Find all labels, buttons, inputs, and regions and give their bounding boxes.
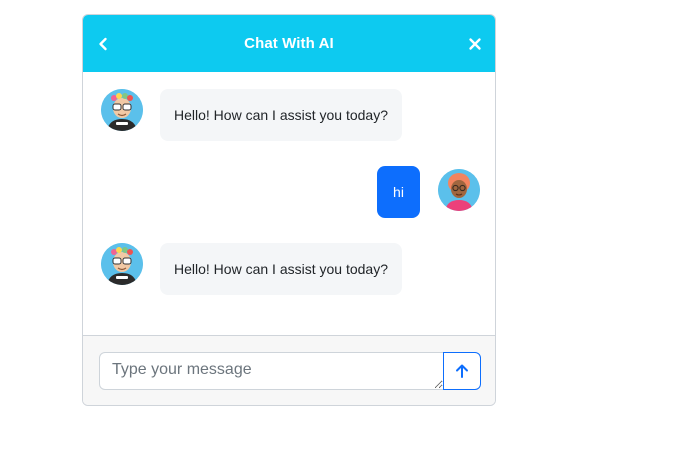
user-avatar-icon (438, 169, 480, 211)
back-button[interactable] (83, 15, 123, 72)
close-button[interactable] (455, 15, 495, 72)
bot-avatar (101, 243, 143, 285)
message-list: Hello! How can I assist you today? hi He… (83, 72, 495, 335)
bot-avatar-icon (101, 89, 143, 131)
bot-avatar (101, 89, 143, 131)
bot-message-bubble: Hello! How can I assist you today? (160, 243, 402, 295)
bot-message-text: Hello! How can I assist you today? (174, 107, 388, 123)
message-input[interactable] (99, 352, 444, 390)
arrow-up-icon (456, 364, 468, 378)
bot-message-text: Hello! How can I assist you today? (174, 261, 388, 277)
bot-message-bubble: Hello! How can I assist you today? (160, 89, 402, 141)
user-message-text: hi (393, 184, 404, 200)
chevron-left-icon (99, 37, 107, 50)
close-icon (469, 37, 481, 50)
chat-window: Chat With AI Hello! How can I assist you… (82, 14, 496, 406)
user-message-bubble: hi (377, 166, 420, 218)
user-avatar (438, 169, 480, 211)
chat-header: Chat With AI (83, 15, 495, 72)
bot-avatar-icon (101, 243, 143, 285)
chat-title: Chat With AI (244, 35, 334, 52)
message-composer (83, 335, 495, 405)
send-button[interactable] (443, 352, 481, 390)
